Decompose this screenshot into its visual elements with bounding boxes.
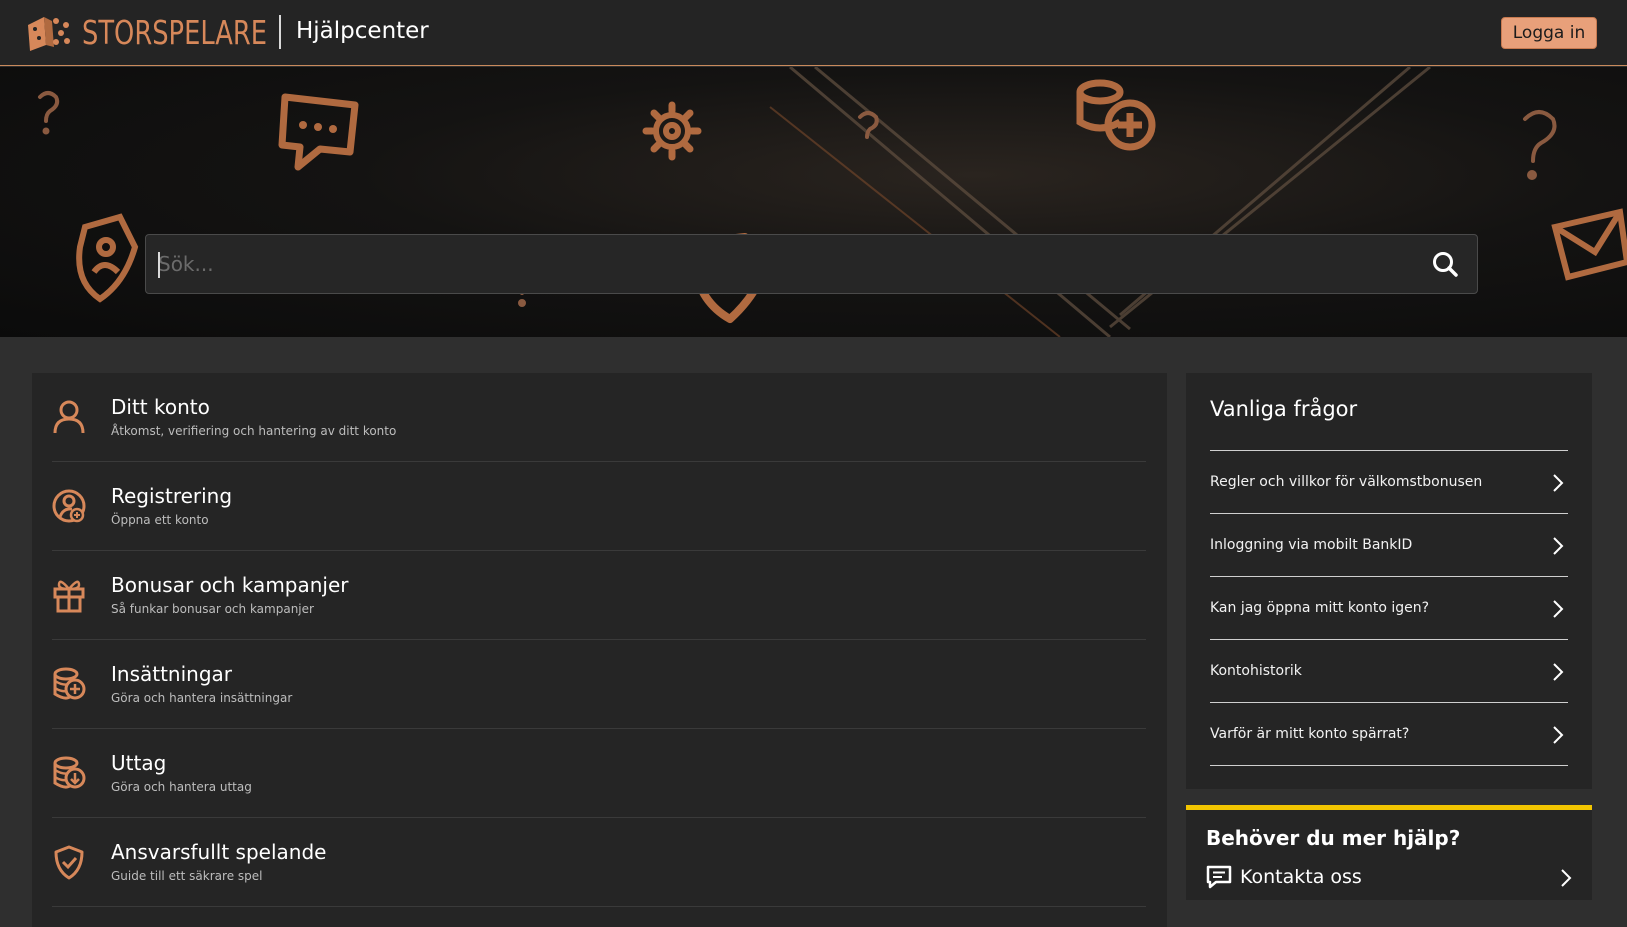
contact-us-label: Kontakta oss	[1240, 866, 1362, 888]
category-registrering[interactable]: Registrering Öppna ett konto	[52, 462, 1146, 551]
faq-list: Regler och villkor för välkomstbonusen I…	[1210, 450, 1568, 766]
header-divider	[279, 15, 281, 49]
faq-item-label: Kan jag öppna mitt konto igen?	[1210, 600, 1430, 616]
chevron-right-icon	[1553, 726, 1564, 744]
logo[interactable]: STORSPELARE	[26, 11, 319, 53]
category-ansvarsfullt-spelande[interactable]: Ansvarsfullt spelande Guide till ett säk…	[52, 818, 1146, 907]
category-title: Registrering	[111, 484, 233, 508]
category-subtitle: Öppna ett konto	[111, 513, 209, 527]
text-caret	[158, 252, 160, 278]
chevron-right-icon	[1553, 474, 1564, 492]
faq-item-label: Inloggning via mobilt BankID	[1210, 537, 1413, 553]
login-button[interactable]: Logga in	[1501, 17, 1597, 49]
gift-icon	[53, 580, 85, 613]
chevron-right-icon	[1553, 663, 1564, 681]
user-add-icon	[52, 489, 86, 523]
faq-item[interactable]: Varför är mitt konto spärrat?	[1210, 703, 1568, 766]
faq-item-label: Regler och villkor för välkomstbonusen	[1210, 474, 1483, 490]
category-subtitle: Göra och hantera insättningar	[111, 691, 293, 705]
chat-icon	[1206, 865, 1232, 889]
category-list: Ditt konto Åtkomst, verifiering och hant…	[32, 373, 1167, 927]
category-insattningar[interactable]: Insättningar Göra och hantera insättning…	[52, 640, 1146, 729]
category-title: Ansvarsfullt spelande	[111, 840, 327, 864]
faq-panel: Vanliga frågor Regler och villkor för vä…	[1186, 373, 1592, 789]
hero-banner	[0, 67, 1627, 337]
chevron-right-icon	[1553, 600, 1564, 618]
search-icon[interactable]	[1431, 250, 1459, 278]
chevron-right-icon	[1561, 869, 1572, 887]
user-icon	[53, 400, 85, 434]
dice-logo-icon	[28, 17, 70, 51]
chevron-right-icon	[1553, 537, 1564, 555]
category-subtitle: Åtkomst, verifiering och hantering av di…	[111, 424, 397, 438]
coins-plus-icon	[53, 667, 86, 700]
category-subtitle: Guide till ett säkrare spel	[111, 869, 263, 883]
page-title: Hjälpcenter	[296, 18, 429, 44]
search-bar[interactable]	[145, 234, 1478, 294]
shield-check-icon	[54, 845, 84, 880]
coins-down-icon	[53, 756, 86, 789]
faq-item-label: Varför är mitt konto spärrat?	[1210, 726, 1410, 742]
faq-title: Vanliga frågor	[1210, 397, 1358, 421]
category-title: Ditt konto	[111, 395, 210, 419]
category-bonusar[interactable]: Bonusar och kampanjer Så funkar bonusar …	[52, 551, 1146, 640]
category-subtitle: Så funkar bonusar och kampanjer	[111, 602, 314, 616]
category-title: Bonusar och kampanjer	[111, 573, 349, 597]
contact-us-link[interactable]: Kontakta oss	[1206, 862, 1574, 892]
faq-item[interactable]: Kontohistorik	[1210, 640, 1568, 703]
faq-item[interactable]: Regler och villkor för välkomstbonusen	[1210, 451, 1568, 514]
top-header: STORSPELARE Hjälpcenter Logga in	[0, 0, 1627, 66]
faq-item[interactable]: Inloggning via mobilt BankID	[1210, 514, 1568, 577]
logo-text: STORSPELARE	[82, 12, 268, 52]
category-uttag[interactable]: Uttag Göra och hantera uttag	[52, 729, 1146, 818]
category-subtitle: Göra och hantera uttag	[111, 780, 252, 794]
help-title: Behöver du mer hjälp?	[1206, 826, 1461, 850]
category-title: Insättningar	[111, 662, 233, 686]
help-panel: Behöver du mer hjälp? Kontakta oss	[1186, 805, 1592, 900]
category-ditt-konto[interactable]: Ditt konto Åtkomst, verifiering och hant…	[52, 373, 1146, 462]
faq-item[interactable]: Kan jag öppna mitt konto igen?	[1210, 577, 1568, 640]
hero-background-illustration	[38, 67, 1627, 337]
search-input[interactable]	[146, 235, 1406, 293]
faq-item-label: Kontohistorik	[1210, 663, 1302, 679]
category-title: Uttag	[111, 751, 167, 775]
